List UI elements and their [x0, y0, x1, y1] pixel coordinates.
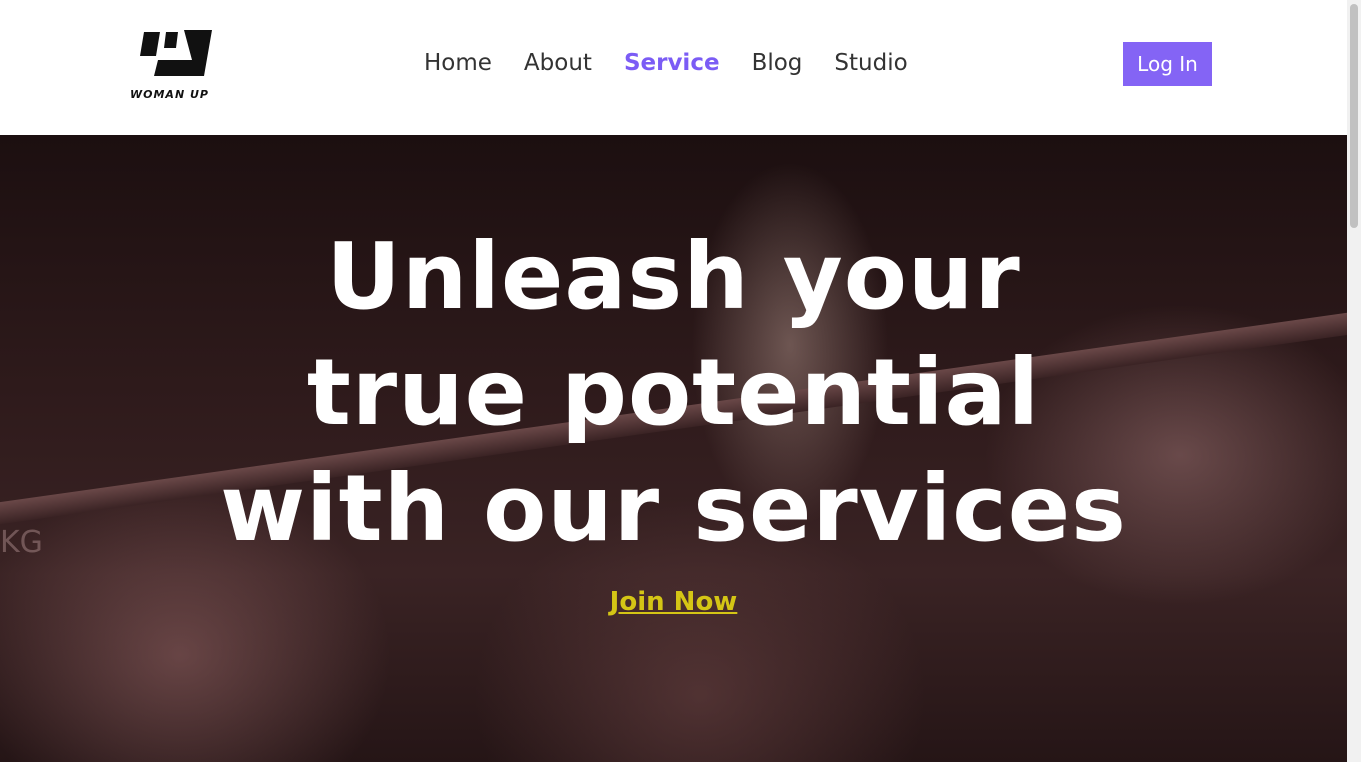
- vertical-scrollbar[interactable]: [1347, 0, 1361, 762]
- nav-about[interactable]: About: [524, 46, 592, 80]
- join-now-link[interactable]: Join Now: [610, 587, 738, 617]
- main-nav: Home About Service Blog Studio: [424, 46, 908, 80]
- nav-studio[interactable]: Studio: [834, 46, 907, 80]
- logo-text: WOMAN UP: [130, 88, 209, 101]
- site-header: WOMAN UP Home About Service Blog Studio …: [0, 0, 1347, 135]
- hero-section: KG Unleash your true potential with our …: [0, 135, 1347, 762]
- scrollbar-thumb[interactable]: [1350, 4, 1358, 228]
- page: WOMAN UP Home About Service Blog Studio …: [0, 0, 1347, 762]
- woman-up-logo-icon: [140, 30, 212, 76]
- hero-title-line-2: true potential: [306, 339, 1041, 446]
- nav-home[interactable]: Home: [424, 46, 492, 80]
- nav-service[interactable]: Service: [624, 46, 720, 80]
- logo[interactable]: WOMAN UP: [128, 26, 214, 104]
- hero-title: Unleash your true potential with our ser…: [0, 219, 1347, 567]
- hero-title-line-3: with our services: [220, 455, 1127, 562]
- cta-container: Join Now: [0, 587, 1347, 617]
- login-button[interactable]: Log In: [1123, 42, 1212, 86]
- hero-title-line-1: Unleash your: [326, 223, 1021, 330]
- nav-blog[interactable]: Blog: [752, 46, 803, 80]
